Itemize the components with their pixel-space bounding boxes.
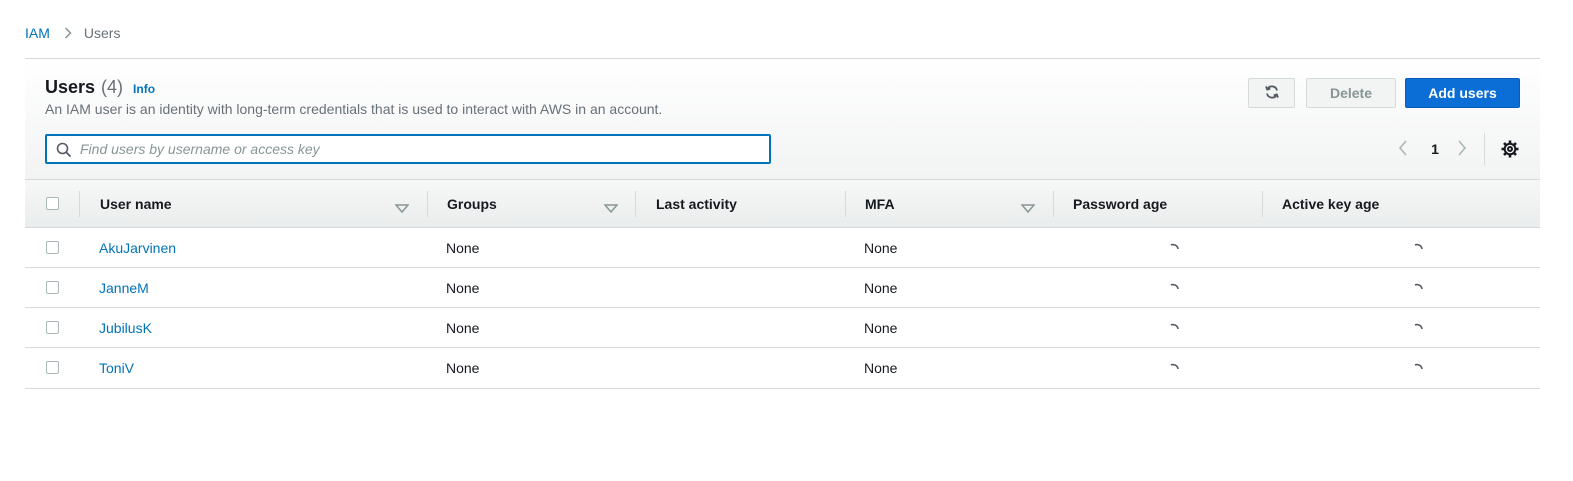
search-input[interactable] — [46, 135, 770, 163]
column-header-mfa[interactable]: MFA — [865, 180, 895, 227]
column-header-user-name[interactable]: User name — [100, 180, 172, 227]
add-users-button[interactable]: Add users — [1405, 78, 1520, 108]
loading-spinner-icon — [1413, 322, 1425, 338]
settings-gear-icon[interactable] — [1500, 139, 1520, 162]
mfa-cell: None — [864, 280, 898, 296]
column-separator — [79, 191, 80, 217]
loading-spinner-icon — [1413, 282, 1425, 298]
groups-cell: None — [446, 280, 480, 296]
user-name-link[interactable]: AkuJarvinen — [99, 228, 176, 268]
mfa-cell: None — [864, 360, 898, 376]
select-all-checkbox[interactable] — [46, 197, 59, 210]
column-separator — [427, 191, 428, 217]
table-head: User name Groups Last activity MFA Passw… — [25, 179, 1540, 228]
loading-spinner-icon — [1169, 242, 1181, 258]
search-field — [45, 134, 771, 164]
table-row: JubilusK None None — [25, 308, 1540, 348]
sort-caret-down-icon[interactable] — [603, 200, 619, 216]
breadcrumb-iam-link[interactable]: IAM — [25, 25, 50, 41]
column-separator — [1053, 191, 1054, 217]
loading-spinner-icon — [1169, 362, 1181, 378]
next-page-icon[interactable] — [1456, 139, 1468, 160]
refresh-icon — [1264, 84, 1280, 103]
pager-divider — [1484, 133, 1485, 165]
column-header-groups[interactable]: Groups — [447, 180, 497, 227]
loading-spinner-icon — [1169, 282, 1181, 298]
table-row: AkuJarvinen None None — [25, 228, 1540, 268]
mfa-cell: None — [864, 320, 898, 336]
mfa-cell: None — [864, 240, 898, 256]
title-row: Users (4) Info — [45, 77, 155, 98]
row-select-checkbox[interactable] — [46, 361, 59, 374]
table-row: JanneM None None — [25, 268, 1540, 308]
sort-caret-down-icon[interactable] — [394, 200, 410, 216]
table-header-panel: Users (4) Info An IAM user is an identit… — [25, 59, 1540, 179]
user-name-link[interactable]: JubilusK — [99, 308, 152, 348]
row-select-checkbox[interactable] — [46, 281, 59, 294]
search-icon — [56, 142, 72, 161]
breadcrumb: IAM Users — [25, 24, 120, 42]
users-table-container: Users (4) Info An IAM user is an identit… — [25, 58, 1540, 389]
column-header-password-age[interactable]: Password age — [1073, 180, 1167, 227]
column-separator — [635, 191, 636, 217]
user-name-link[interactable]: ToniV — [99, 348, 134, 388]
page-title: Users — [45, 77, 96, 97]
row-select-checkbox[interactable] — [46, 241, 59, 254]
current-page-number[interactable]: 1 — [1428, 141, 1442, 157]
page-description: An IAM user is an identity with long-ter… — [45, 101, 663, 117]
delete-button[interactable]: Delete — [1306, 78, 1396, 108]
user-name-link[interactable]: JanneM — [99, 268, 149, 308]
groups-cell: None — [446, 360, 480, 376]
loading-spinner-icon — [1413, 362, 1425, 378]
chevron-right-icon — [64, 27, 72, 39]
sort-caret-down-icon[interactable] — [1020, 200, 1036, 216]
loading-spinner-icon — [1413, 242, 1425, 258]
users-count: (4) — [101, 77, 124, 97]
column-separator — [1262, 191, 1263, 217]
column-header-last-activity[interactable]: Last activity — [656, 180, 737, 227]
column-separator — [845, 191, 846, 217]
groups-cell: None — [446, 240, 480, 256]
breadcrumb-current: Users — [83, 25, 121, 41]
row-select-checkbox[interactable] — [46, 321, 59, 334]
previous-page-icon[interactable] — [1397, 139, 1409, 160]
column-header-active-key-age[interactable]: Active key age — [1282, 180, 1379, 227]
table-row: ToniV None None — [25, 348, 1540, 388]
refresh-button[interactable] — [1248, 78, 1295, 108]
info-link[interactable]: Info — [133, 82, 155, 96]
loading-spinner-icon — [1169, 322, 1181, 338]
groups-cell: None — [446, 320, 480, 336]
